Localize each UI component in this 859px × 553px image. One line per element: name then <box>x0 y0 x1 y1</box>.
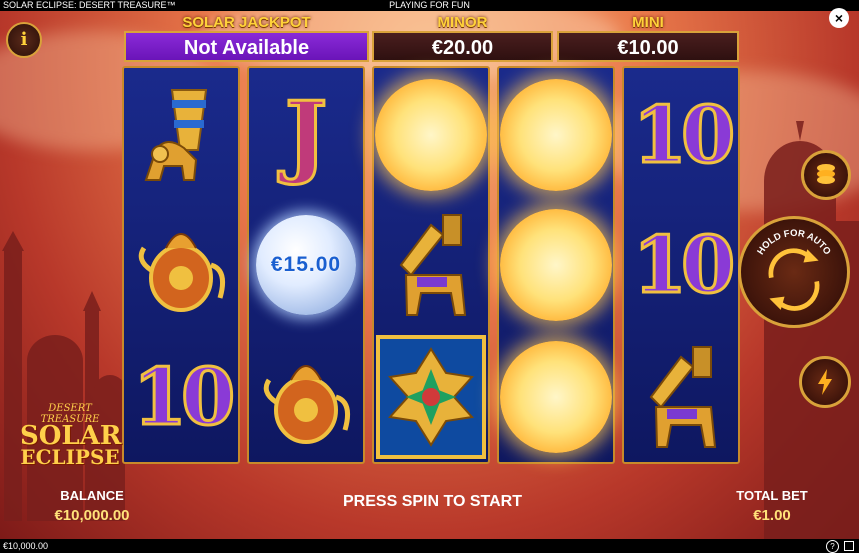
symbol-moon-coin: €15.00 <box>249 200 363 330</box>
help-icon[interactable]: ? <box>826 540 839 553</box>
turbo-button[interactable] <box>799 356 851 408</box>
symbol-j-text: J <box>283 81 329 190</box>
bet-coins-button[interactable] <box>801 150 851 200</box>
reel-grid: 10 J €15.00 10 10 <box>122 66 740 464</box>
press-spin-message: PRESS SPIN TO START <box>343 493 522 510</box>
spin-arrows-icon: HOLD FOR AUTO <box>755 228 833 311</box>
moon-coin-value: €15.00 <box>270 253 342 276</box>
spin-button[interactable]: HOLD FOR AUTO <box>738 216 850 328</box>
jackpot-minor: MINOR €20.00 <box>372 12 553 64</box>
logo-line-solar: SOLAR <box>20 421 122 451</box>
close-button[interactable]: × <box>829 8 849 28</box>
game-logo: DESERT TREASURE SOLAR ECLIPSE <box>20 403 122 469</box>
reel-4 <box>497 66 615 464</box>
symbol-lamassu <box>374 200 488 330</box>
sun-icon <box>500 209 612 321</box>
symbol-ten-text: 10 <box>131 350 237 444</box>
reel-1: 10 <box>122 66 240 464</box>
moon-coin: €15.00 <box>256 215 356 315</box>
jackpot-mini-value: €10.00 <box>557 31 739 62</box>
jackpot-mini: MINI €10.00 <box>557 12 739 64</box>
symbol-ornament-wild <box>374 332 488 462</box>
lightning-icon <box>818 369 832 395</box>
symbol-golden-teapot <box>124 200 238 330</box>
footer-balance: €10,000.00 <box>3 541 49 551</box>
jackpot-solar-value: Not Available <box>124 31 369 62</box>
coins-icon <box>817 164 835 184</box>
symbol-ten: 10 <box>124 332 238 462</box>
jackpot-mini-label: MINI <box>632 14 664 31</box>
symbol-ten-text: 10 <box>631 218 737 312</box>
play-mode: PLAYING FOR FUN <box>389 0 470 10</box>
total-bet-value[interactable]: €1.00 <box>720 507 824 524</box>
bottom-bar: €10,000.00 ? <box>0 539 859 553</box>
symbol-lamassu <box>624 332 738 462</box>
sun-icon <box>500 79 612 191</box>
jackpot-solar: SOLAR JACKPOT Not Available <box>124 12 369 64</box>
info-button[interactable]: i <box>6 22 42 58</box>
symbol-sun <box>499 70 613 200</box>
symbol-sun <box>499 200 613 330</box>
logo-line-eclipse: ECLIPSE <box>20 445 120 469</box>
reel-5: 10 10 <box>622 66 740 464</box>
symbol-ten: 10 <box>624 200 738 330</box>
symbol-golden-teapot <box>249 332 363 462</box>
symbol-ten: 10 <box>624 70 738 200</box>
top-bar: SOLAR ECLIPSE: DESERT TREASURE™ PLAYING … <box>0 0 859 11</box>
sun-icon <box>500 341 612 453</box>
fullscreen-icon[interactable] <box>844 541 854 551</box>
symbol-winged-lion-rhyton <box>124 70 238 200</box>
reel-3 <box>372 66 490 464</box>
total-bet-label: TOTAL BET <box>736 488 808 503</box>
jackpot-solar-label: SOLAR JACKPOT <box>182 14 311 31</box>
symbol-ten-text: 10 <box>631 88 737 182</box>
balance-label: BALANCE <box>60 488 124 503</box>
jackpot-minor-value: €20.00 <box>372 31 553 62</box>
symbol-sun <box>374 70 488 200</box>
reel-2: J €15.00 <box>247 66 365 464</box>
symbol-j: J <box>249 70 363 200</box>
symbol-sun <box>499 332 613 462</box>
sun-icon <box>375 79 487 191</box>
jackpot-minor-label: MINOR <box>437 14 488 31</box>
balance-value: €10,000.00 <box>54 507 130 524</box>
city-silhouette-left <box>2 231 125 521</box>
